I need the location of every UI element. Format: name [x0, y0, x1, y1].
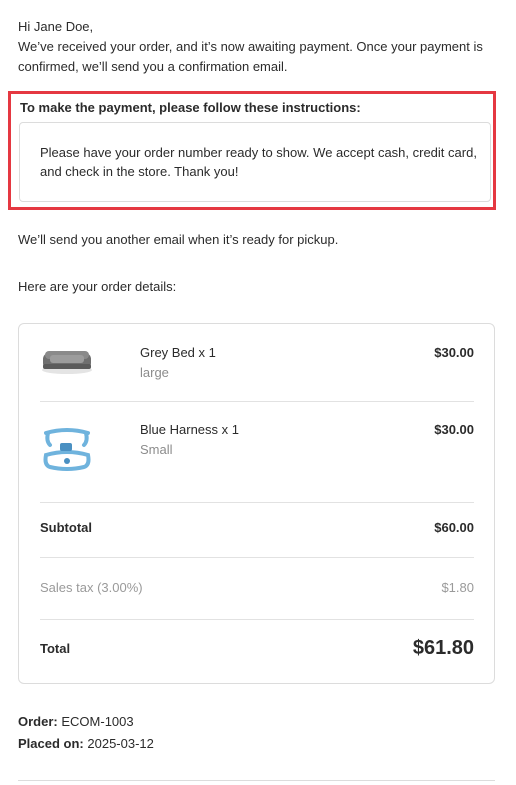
item-divider — [40, 502, 474, 503]
total-label: Total — [40, 641, 71, 656]
blue-harness-image — [40, 425, 94, 474]
grey-pet-bed-image — [40, 346, 94, 379]
placed-on-label: Placed on: — [18, 736, 84, 751]
greeting-block: Hi Jane Doe, We’ve received your order, … — [18, 17, 498, 77]
placed-on-line: Placed on: 2025-03-12 — [18, 735, 154, 753]
subtotal-row: Subtotal $60.00 — [40, 518, 474, 540]
order-number: ECOM-1003 — [61, 714, 134, 729]
item-variant: Small — [140, 442, 173, 457]
payment-instructions-highlight: To make the payment, please follow these… — [8, 91, 496, 210]
order-details-intro: Here are your order details: — [18, 279, 177, 294]
payment-instructions-text: Please have your order number ready to s… — [40, 145, 477, 179]
line-item: Blue Harness x 1 Small $30.00 — [40, 421, 474, 477]
item-price: $30.00 — [434, 345, 474, 360]
item-name: Blue Harness x 1 — [140, 422, 239, 437]
subtotal-label: Subtotal — [40, 520, 92, 535]
tax-label: Sales tax (3.00%) — [40, 580, 143, 595]
total-value: $61.80 — [412, 637, 474, 659]
summary-divider — [40, 619, 474, 620]
placed-on-date: 2025-03-12 — [87, 736, 154, 751]
order-label: Order: — [18, 714, 58, 729]
item-price: $30.00 — [434, 422, 474, 437]
summary-divider — [40, 557, 474, 558]
payment-instructions-card: Please have your order number ready to s… — [19, 122, 491, 202]
total-row: Total $61.80 — [40, 637, 474, 661]
pickup-note: We’ll send you another email when it’s r… — [18, 232, 339, 247]
order-details-card: Grey Bed x 1 large $30.00 Blue Harness x… — [18, 323, 495, 684]
footer-divider — [18, 780, 495, 781]
item-variant: large — [140, 365, 169, 380]
tax-row: Sales tax (3.00%) $1.80 — [40, 578, 474, 600]
subtotal-value: $60.00 — [434, 520, 474, 535]
payment-instructions-heading: To make the payment, please follow these… — [20, 100, 361, 115]
order-number-line: Order: ECOM-1003 — [18, 713, 134, 731]
item-name: Grey Bed x 1 — [140, 345, 216, 360]
greeting-body: We’ve received your order, and it’s now … — [18, 39, 483, 74]
item-divider — [40, 401, 474, 402]
line-item: Grey Bed x 1 large $30.00 — [40, 344, 474, 384]
tax-value: $1.80 — [441, 580, 474, 595]
greeting-salutation: Hi Jane Doe, — [18, 19, 94, 34]
